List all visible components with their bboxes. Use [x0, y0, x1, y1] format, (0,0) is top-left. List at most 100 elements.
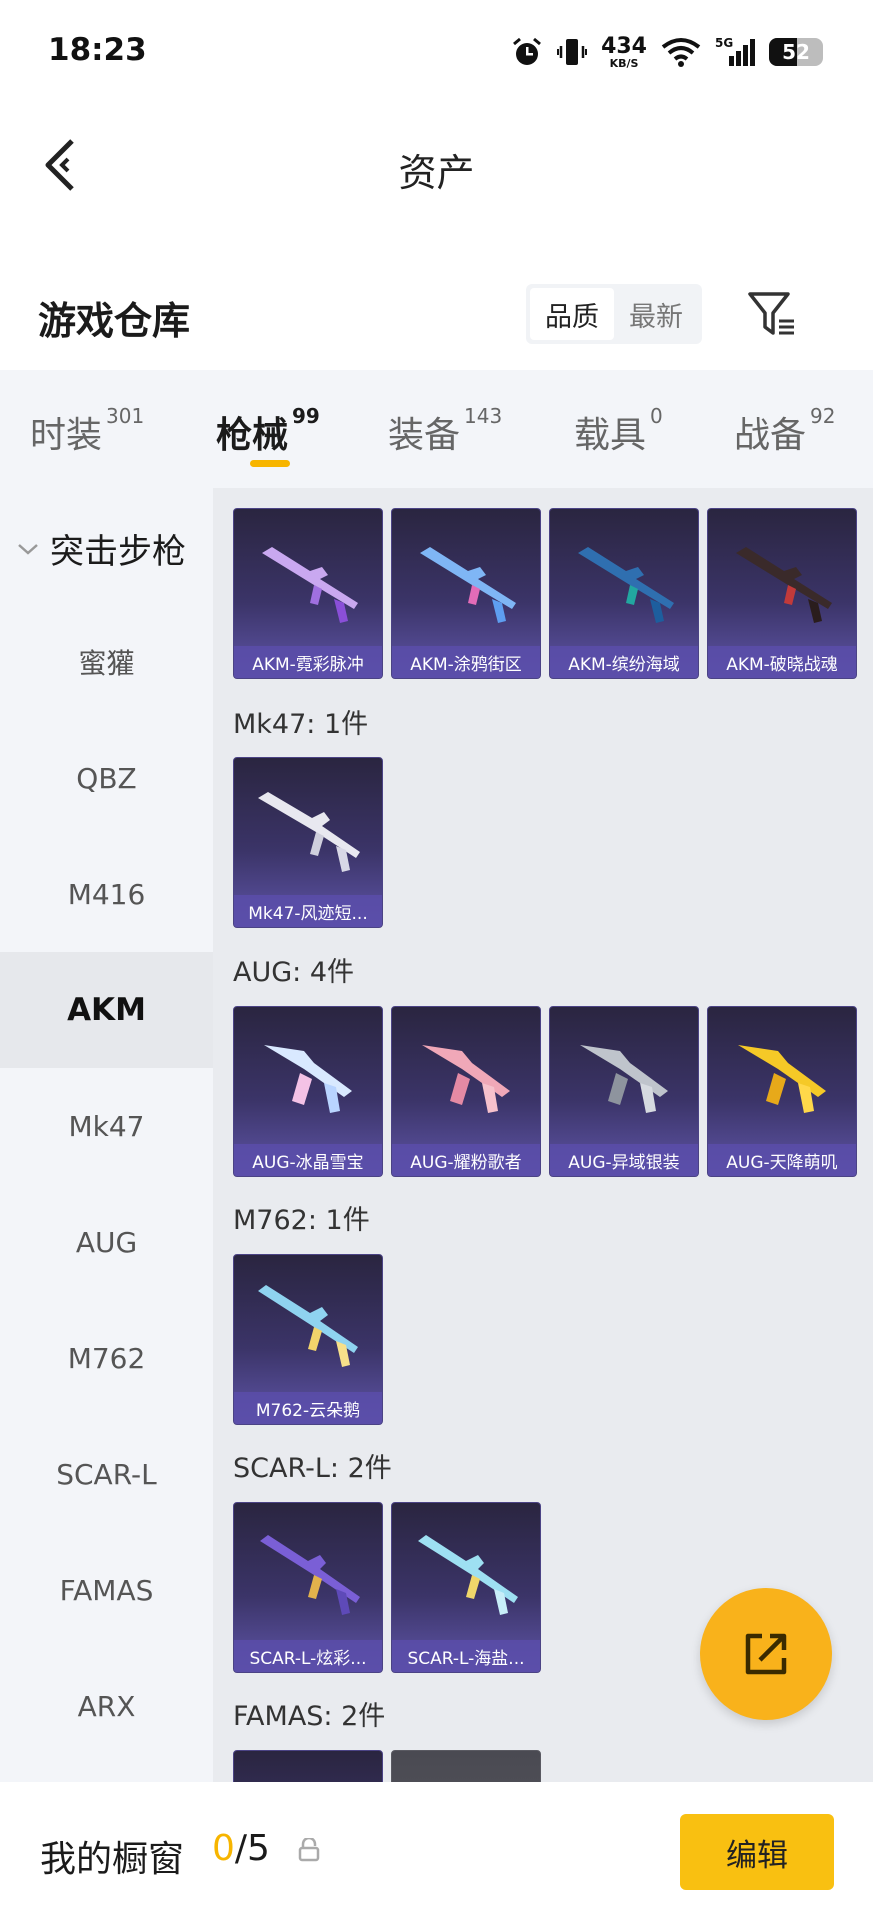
skin-card[interactable]: AKM-涂鸦街区	[391, 508, 541, 679]
external-link-icon	[745, 1633, 787, 1675]
showcase-label: 我的橱窗	[40, 1839, 185, 1880]
rifle-icon	[420, 547, 516, 623]
battery-icon: 52	[769, 38, 823, 66]
sidebar-item-aug[interactable]: AUG	[0, 1184, 213, 1300]
tab-equipment[interactable]: 装备 143	[388, 404, 503, 458]
skin-card[interactable]	[391, 1750, 541, 1782]
tab-count: 301	[106, 404, 145, 428]
sidebar-category-header[interactable]: 突击步枪	[16, 524, 186, 573]
sidebar-item-qbz[interactable]: QBZ	[0, 720, 213, 836]
rifle-icon	[258, 1285, 358, 1367]
net-speed-unit: KB/S	[609, 56, 639, 70]
tab-count: 143	[464, 404, 503, 428]
tab-supplies[interactable]: 战备 92	[734, 404, 836, 458]
sidebar-item-arx[interactable]: ARX	[0, 1648, 213, 1764]
sort-option-quality[interactable]: 品质	[530, 288, 614, 340]
sort-toggle: 品质 最新	[526, 284, 702, 344]
sort-option-latest[interactable]: 最新	[614, 288, 698, 340]
skin-card-caption: AKM-涂鸦街区	[392, 646, 540, 678]
sidebar-item-mk47[interactable]: Mk47	[0, 1068, 213, 1184]
rifle-icon	[262, 547, 358, 623]
tab-count: 92	[810, 404, 836, 428]
active-tab-indicator	[250, 460, 290, 467]
battery-text: 52	[782, 40, 810, 64]
tab-label: 战备	[734, 415, 807, 456]
share-fab-button[interactable]	[700, 1588, 832, 1720]
edit-button[interactable]: 编辑	[680, 1814, 834, 1890]
rifle-icon	[258, 792, 360, 872]
lock-icon	[298, 1836, 320, 1866]
wifi-icon	[661, 37, 701, 67]
showcase-count: 0/5	[212, 1828, 270, 1869]
filter-icon	[748, 292, 794, 335]
chevron-down-icon	[18, 543, 38, 555]
tab-count: 0	[650, 404, 663, 428]
skin-card[interactable]: SCAR-L-炫彩...	[233, 1502, 383, 1673]
showcase-count-total: 5	[247, 1828, 270, 1869]
skin-card[interactable]: AUG-冰晶雪宝	[233, 1006, 383, 1177]
category-tabs: 时装 301 枪械 99 装备 143 载具 0 战备 92	[0, 370, 873, 488]
signal-5g-icon: 5G	[715, 36, 755, 68]
filter-button[interactable]	[744, 286, 800, 342]
group-label-aug: AUG: 4件	[233, 957, 355, 988]
sidebar-item-m762[interactable]: M762	[0, 1300, 213, 1416]
tab-label: 时装	[30, 415, 103, 456]
page-title: 资产	[398, 151, 475, 195]
group-label-mk47: Mk47: 1件	[233, 709, 369, 740]
skin-card-caption: AUG-天降萌叽	[708, 1144, 856, 1176]
group-label-famas: FAMAS: 2件	[233, 1701, 386, 1732]
skin-card[interactable]: AKM-霓彩脉冲	[233, 508, 383, 679]
skin-card-caption: SCAR-L-炫彩...	[234, 1640, 382, 1672]
sidebar: 突击步枪 蜜獾 QBZ M416 AKM Mk47 AUG M762 SCAR-…	[0, 488, 213, 1782]
skin-card[interactable]: AUG-天降萌叽	[707, 1006, 857, 1177]
tab-count: 99	[292, 404, 320, 428]
sidebar-item-scar-l[interactable]: SCAR-L	[0, 1416, 213, 1532]
skin-card[interactable]: AUG-耀粉歌者	[391, 1006, 541, 1177]
sidebar-item-famas[interactable]: FAMAS	[0, 1532, 213, 1648]
skin-card-caption: AKM-缤纷海域	[550, 646, 698, 678]
skin-card[interactable]: M762-云朵鹅	[233, 1254, 383, 1425]
skin-card-caption: AKM-破晓战魂	[708, 646, 856, 678]
status-time: 18:23	[48, 32, 147, 68]
warehouse-title: 游戏仓库	[38, 299, 191, 343]
tab-label: 装备	[388, 415, 461, 456]
skin-card-caption: AUG-耀粉歌者	[392, 1144, 540, 1176]
rifle-icon	[422, 1045, 510, 1113]
net-speed-value: 434	[601, 33, 647, 59]
skin-card-caption: Mk47-风迹短...	[234, 895, 382, 927]
skin-card[interactable]: AKM-破晓战魂	[707, 508, 857, 679]
rifle-icon	[260, 1535, 360, 1615]
showcase-count-current: 0	[212, 1828, 235, 1869]
status-bar: 18:23 434 KB/S 5G 52	[0, 0, 873, 100]
skin-card-caption: AKM-霓彩脉冲	[234, 646, 382, 678]
network-type-label: 5G	[715, 36, 733, 50]
group-label-m762: M762: 1件	[233, 1205, 370, 1236]
network-speed: 434 KB/S	[601, 33, 647, 70]
sidebar-item-honey-badger[interactable]: 蜜獾	[0, 604, 213, 720]
tab-label: 载具	[574, 415, 647, 456]
rifle-icon	[264, 1045, 352, 1113]
tab-fashion[interactable]: 时装 301	[30, 404, 145, 458]
sidebar-item-m416[interactable]: M416	[0, 836, 213, 952]
status-icons: 434 KB/S 5G 52	[511, 32, 823, 72]
page-header: 资产	[0, 100, 873, 230]
rifle-icon	[418, 1535, 518, 1615]
skin-card[interactable]: Mk47-风迹短...	[233, 757, 383, 928]
skin-card[interactable]: SCAR-L-海盐...	[391, 1502, 541, 1673]
tab-label: 枪械	[216, 415, 289, 456]
vibrate-icon	[557, 36, 588, 68]
skin-card[interactable]: AUG-异域银装	[549, 1006, 699, 1177]
tab-vehicles[interactable]: 载具 0	[574, 404, 663, 458]
tab-firearms[interactable]: 枪械 99	[216, 404, 320, 458]
sidebar-item-akm[interactable]: AKM	[0, 952, 213, 1068]
rifle-icon	[736, 547, 832, 623]
rifle-icon	[738, 1045, 826, 1113]
skin-card-caption: AUG-冰晶雪宝	[234, 1144, 382, 1176]
skin-card[interactable]	[233, 1750, 383, 1782]
showcase-count-separator: /	[234, 1828, 248, 1869]
skin-card-caption: M762-云朵鹅	[234, 1392, 382, 1424]
skin-card[interactable]: AKM-缤纷海域	[549, 508, 699, 679]
showcase-bar: 我的橱窗 0/5 编辑	[0, 1782, 873, 1920]
skin-card-caption: AUG-异域银装	[550, 1144, 698, 1176]
sidebar-category-label: 突击步枪	[50, 532, 186, 572]
